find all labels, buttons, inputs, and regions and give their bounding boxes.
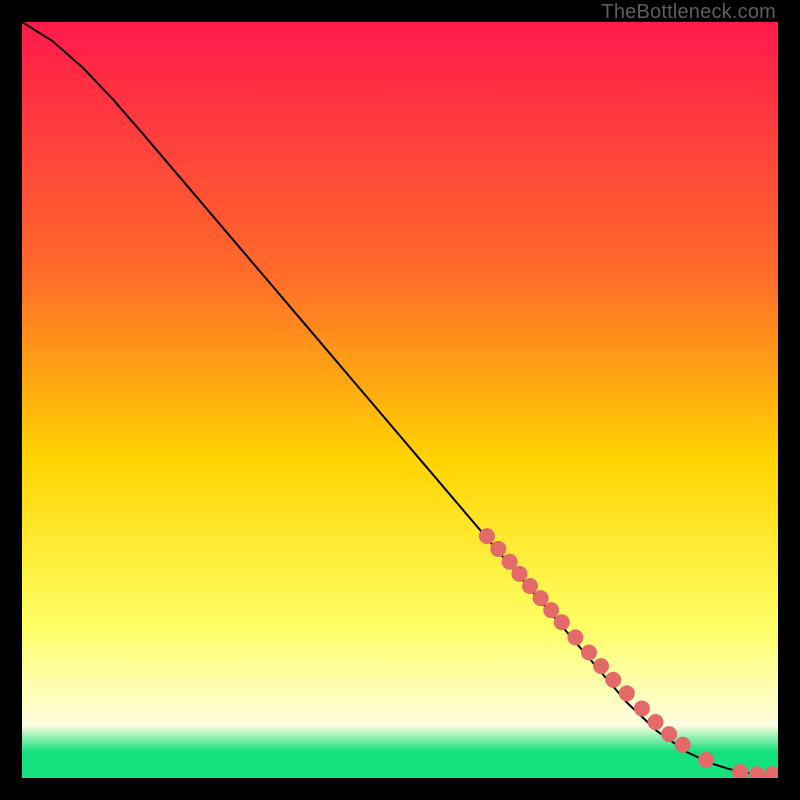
data-point — [490, 541, 506, 557]
data-point — [648, 714, 664, 730]
data-point — [634, 700, 650, 716]
data-point — [522, 578, 538, 594]
data-point — [511, 566, 527, 582]
gradient-background — [22, 22, 778, 778]
data-point — [567, 629, 583, 645]
data-point — [675, 737, 691, 753]
bottleneck-chart — [22, 22, 778, 778]
data-point — [554, 614, 570, 630]
data-point — [543, 602, 559, 618]
data-point — [593, 658, 609, 674]
data-point — [605, 672, 621, 688]
data-point — [533, 590, 549, 606]
data-point — [661, 726, 677, 742]
data-point — [479, 528, 495, 544]
data-point — [581, 645, 597, 661]
data-point — [698, 752, 714, 768]
chart-frame: TheBottleneck.com — [0, 0, 800, 800]
data-point — [619, 685, 635, 701]
watermark-text: TheBottleneck.com — [601, 1, 776, 24]
